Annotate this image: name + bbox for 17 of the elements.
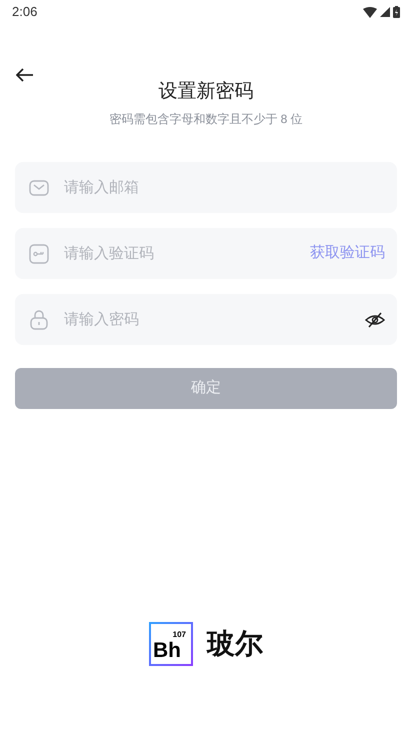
element-number: 107 xyxy=(172,631,187,639)
eye-slash-icon[interactable] xyxy=(365,312,385,328)
lock-icon xyxy=(30,310,48,330)
element-symbol: Bh xyxy=(152,639,181,663)
envelope-icon xyxy=(29,180,49,196)
battery-icon xyxy=(393,6,400,18)
page-title: 设置新密码 xyxy=(158,80,254,104)
signal-icon xyxy=(380,7,390,17)
key-icon xyxy=(29,244,49,264)
input-field[interactable]: 请输入邮箱 xyxy=(15,162,397,213)
back-arrow-icon[interactable] xyxy=(16,68,34,82)
get-code-link[interactable]: 获取验证码 xyxy=(310,242,385,265)
wifi-icon xyxy=(363,6,377,18)
hint-text: 密码需包含字母和数字且不少于 8 位 xyxy=(108,111,304,128)
input-field[interactable]: 请输入密码 xyxy=(15,294,397,345)
brand-name: 玻尔 xyxy=(207,627,263,661)
status-time: 2:06 xyxy=(12,3,38,22)
